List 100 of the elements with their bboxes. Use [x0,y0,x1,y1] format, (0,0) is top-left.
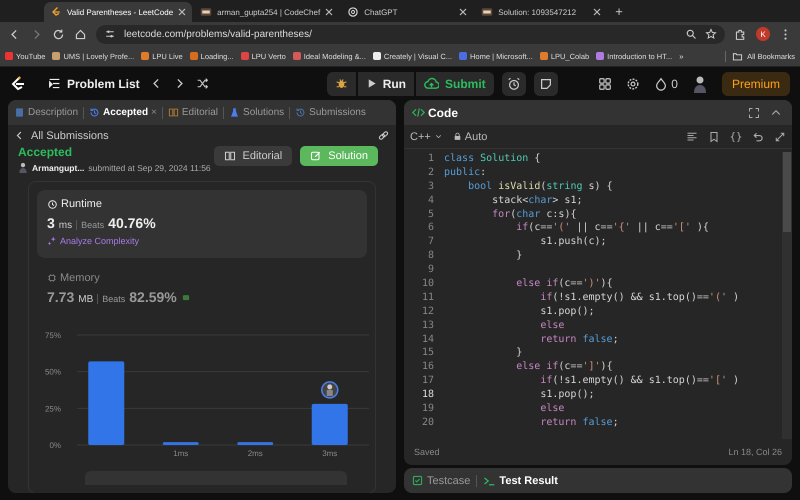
line-number: 12 [420,304,435,319]
code-line: public: [444,166,486,180]
cloud-upload-icon [424,76,440,91]
close-icon[interactable] [178,8,186,16]
line-number: 18 [420,388,435,402]
format-icon[interactable] [686,130,698,142]
zoom-icon[interactable] [685,28,697,40]
bookmark-star-icon[interactable] [705,28,717,40]
user-avatar[interactable] [692,74,708,92]
bar [162,442,199,445]
bar [312,404,348,445]
extensions-icon[interactable] [734,28,747,40]
line-number: 14 [420,332,435,346]
code-icon [412,106,425,119]
line-number: 4 [426,194,435,208]
site-settings-icon[interactable] [104,28,116,40]
code-line: stack<char> s1; [491,194,582,208]
folder-icon [732,50,744,62]
reset-icon[interactable] [752,130,764,142]
premium-button[interactable]: Premium [722,72,790,96]
code-line: else [539,318,564,333]
address-bar[interactable]: leetcode.com/problems/valid-parentheses/ [96,24,725,44]
clock-icon [47,198,58,210]
panel-tab[interactable]: Test Result [483,474,558,486]
panel-tab[interactable]: Editorial [166,107,220,118]
beats-percent: 82.59% [129,289,177,305]
link-icon[interactable] [377,129,390,142]
notes-button[interactable] [534,72,558,96]
problem-list-button[interactable]: Problem List [48,76,140,90]
flask-icon [229,107,240,118]
browser-tab[interactable]: Solution: 1093547212 [475,2,608,22]
braces-icon[interactable] [730,130,742,142]
layout-icon[interactable] [598,76,612,90]
line-number: 13 [420,318,435,333]
code-line: s1.pop(); [539,304,595,319]
scrollbar-thumb[interactable] [783,152,791,232]
axis-label: 3ms [322,449,338,458]
auto-mode-button[interactable]: Auto [452,130,488,142]
knot-icon [347,6,360,18]
scrollbar[interactable] [782,152,792,439]
book-icon [168,107,179,118]
reload-icon[interactable] [52,28,65,40]
expand-icon[interactable] [774,130,786,142]
line-number: 16 [420,360,435,374]
close-icon[interactable] [325,8,334,16]
new-tab-button[interactable]: + [609,4,629,18]
close-icon[interactable] [459,8,468,16]
submission-time: submitted at Sep 29, 2024 11:56 [88,162,211,172]
panel-tab[interactable]: Submissions [293,107,368,118]
axis-label: 1ms [173,449,188,458]
line-number: 19 [420,402,435,416]
code-line: class Solution { [444,152,540,166]
axis-label: 0% [49,441,61,450]
book-icon [224,150,236,162]
runtime-title: Runtime [61,198,102,210]
timer-button[interactable] [502,72,526,96]
streak-counter[interactable]: 0 [654,76,678,90]
panel-tab[interactable]: Accepted × [87,107,159,118]
profile-avatar[interactable]: K [756,27,770,41]
panel-tab[interactable]: Solutions [227,107,286,118]
settings-icon[interactable] [626,76,640,90]
line-number: 5 [426,208,435,222]
line-number: 11 [420,290,435,305]
analyze-complexity-link[interactable]: Analyze Complexity [47,236,357,246]
code-line: } [515,249,522,264]
shuffle-icon[interactable] [196,77,209,90]
fullscreen-icon[interactable] [748,106,760,118]
panel-tab[interactable]: Description [12,107,80,118]
save-status: Saved [414,447,440,457]
memory-value: 7.73 [47,289,74,305]
code-line: return false; [539,332,619,346]
panel-tab[interactable]: Testcase [412,474,470,486]
home-icon[interactable] [74,28,87,40]
browser-tab[interactable]: arman_gupta254 | CodeChef [194,2,340,22]
axis-label: 25% [44,404,61,414]
close-icon[interactable] [593,8,602,16]
code-line: for(char c:s){ [491,208,576,222]
submit-button[interactable]: Submit [416,72,494,96]
avatar-icon [321,381,338,399]
browser-tab[interactable]: ChatGPT [341,2,474,22]
debug-button[interactable] [326,72,356,96]
editorial-button[interactable]: Editorial [214,146,292,166]
all-submissions-link[interactable]: All Submissions [31,130,109,142]
alarm-icon [506,76,521,90]
beats-label: Beats [76,220,104,230]
document-icon [14,107,25,118]
memory-title: Memory [60,272,100,284]
language-selector[interactable]: C++ [410,130,443,142]
logo-icon[interactable] [10,74,26,92]
line-number: 1 [426,152,435,166]
username-link[interactable]: Armangupt... [32,162,84,172]
edit-icon [310,150,322,162]
code-line: } [515,346,522,360]
bookmark-icon[interactable] [708,130,720,142]
run-button[interactable]: Run [358,72,414,96]
line-number: 15 [420,346,435,360]
axis-label: 2ms [248,449,263,458]
browser-tab[interactable]: Valid Parentheses - LeetCode [44,2,192,22]
close-tab-button[interactable]: × [151,107,157,118]
beats-percent: 40.76% [108,215,156,231]
